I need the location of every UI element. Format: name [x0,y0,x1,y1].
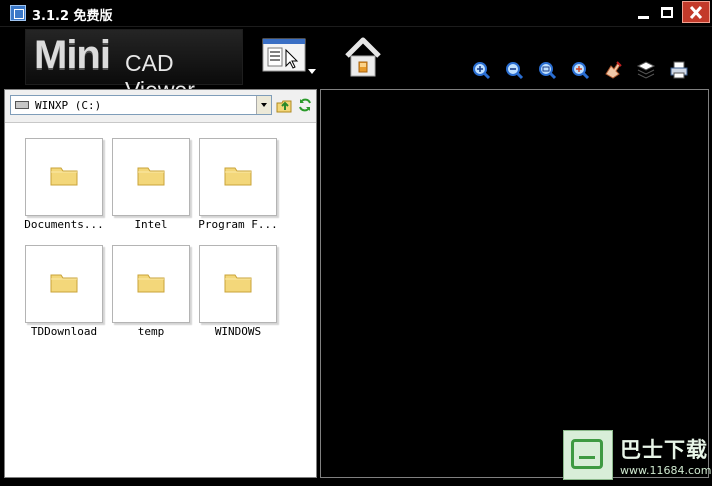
title-bar: 3.1.2 免费版 [0,0,712,27]
view-mode-dropdown-icon[interactable] [308,69,316,74]
pan-icon[interactable] [603,60,623,80]
file-label: WINDOWS [214,325,262,338]
app-logo: Mini CAD Viewer [25,29,243,103]
folder-tile[interactable] [112,245,190,323]
close-button[interactable] [682,1,710,23]
folder-tile[interactable] [199,138,277,216]
file-label: temp [137,325,165,338]
close-icon [689,6,703,19]
file-label: Program F... [198,218,278,231]
file-browser-panel: WINXP (C:) Documents... Intel Program F.… [4,89,317,478]
zoom-fit-icon[interactable] [537,60,557,80]
up-folder-icon[interactable] [276,97,292,113]
watermark: 巴士下载 www.11684.com [563,430,712,486]
folder-icon [224,274,252,293]
app-icon[interactable] [10,5,26,21]
file-label: TDDownload [30,325,98,338]
folder-tile[interactable] [199,245,277,323]
folder-tile[interactable] [25,245,103,323]
layers-icon[interactable] [636,60,656,80]
folder-icon [137,274,165,293]
home-button[interactable] [343,34,383,80]
drive-bar: WINXP (C:) [5,90,316,123]
folder-icon [224,167,252,186]
watermark-text: 巴士下载 [620,438,708,462]
maximize-button[interactable] [656,2,680,24]
maximize-icon [661,7,673,18]
minimize-button[interactable] [632,2,656,24]
watermark-logo-icon [563,430,613,480]
zoom-in-icon[interactable] [471,60,491,80]
folder-icon [137,167,165,186]
watermark-url: www.11684.com [620,464,712,477]
file-label: Documents... [24,218,104,231]
window-title: 3.1.2 免费版 [32,9,113,24]
view-mode-button[interactable] [262,38,306,72]
hard-drive-icon [15,101,29,109]
refresh-icon[interactable] [297,97,313,113]
logo-mini-text: Mini [34,33,111,77]
minimize-icon [638,16,649,19]
chevron-down-icon[interactable] [256,96,271,114]
zoom-out-icon[interactable] [504,60,524,80]
drive-selected-value: WINXP (C:) [35,99,102,112]
folder-icon [50,167,78,186]
drawing-canvas[interactable] [320,89,709,478]
zoom-window-icon[interactable] [570,60,590,80]
file-label: Intel [134,218,168,231]
folder-tile[interactable] [25,138,103,216]
folder-tile[interactable] [112,138,190,216]
print-icon[interactable] [669,60,689,80]
toolbar: Mini CAD Viewer [0,27,712,103]
folder-icon [50,274,78,293]
drive-select[interactable]: WINXP (C:) [10,95,272,115]
